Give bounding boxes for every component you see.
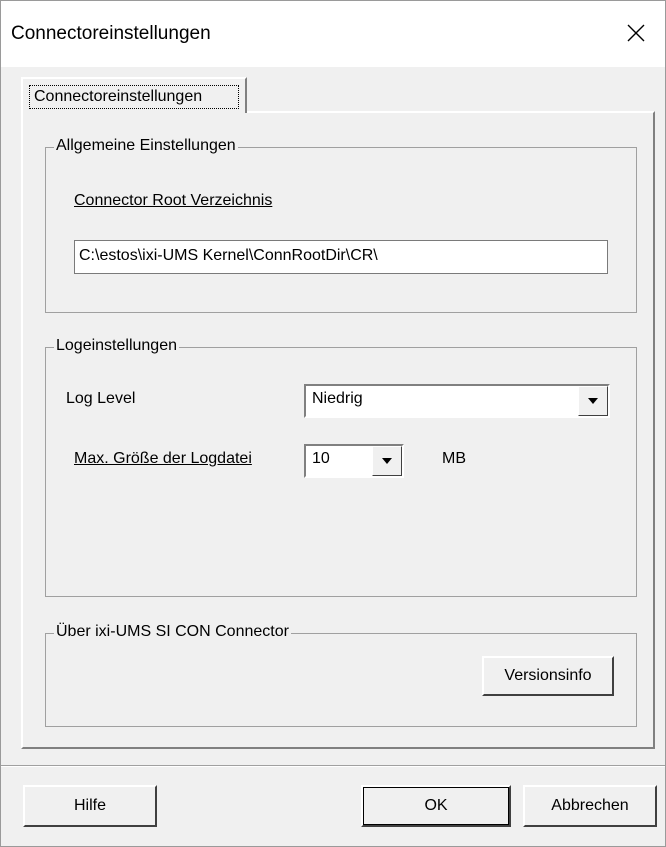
version-info-button[interactable]: Versionsinfo — [482, 656, 614, 696]
max-size-select[interactable]: 10 — [304, 444, 404, 478]
close-icon — [627, 24, 645, 42]
help-button-label: Hilfe — [73, 797, 106, 814]
ok-button[interactable]: OK — [361, 785, 511, 827]
log-settings-legend: Logeinstellungen — [54, 337, 179, 355]
settings-dialog: Connectoreinstellungen Connectoreinstell… — [0, 0, 666, 847]
close-button[interactable] — [607, 1, 665, 65]
ok-button-label: OK — [424, 797, 448, 814]
chevron-down-icon — [588, 398, 598, 404]
log-level-select[interactable]: Niedrig — [304, 384, 610, 418]
cancel-button[interactable]: Abbrechen — [523, 785, 657, 827]
log-level-label: Log Level — [66, 390, 136, 407]
tab-panel: Allgemeine Einstellungen Connector Root … — [21, 111, 655, 749]
max-size-dropdown-button[interactable] — [372, 446, 402, 476]
about-legend: Über ixi-UMS SI CON Connector — [54, 623, 291, 641]
cancel-button-label: Abbrechen — [551, 797, 629, 814]
max-size-unit: MB — [442, 450, 466, 467]
general-settings-group: Allgemeine Einstellungen Connector Root … — [45, 137, 637, 313]
tab-label: Connectoreinstellungen — [29, 85, 239, 109]
window-title: Connectoreinstellungen — [11, 23, 211, 44]
tab-connectoreinstellungen[interactable]: Connectoreinstellungen — [21, 77, 247, 113]
log-settings-group: Logeinstellungen Log Level Niedrig Max. … — [45, 337, 637, 597]
max-size-label: Max. Größe der Logdatei — [74, 450, 252, 467]
title-bar: Connectoreinstellungen — [1, 1, 665, 67]
log-level-value: Niedrig — [312, 390, 363, 407]
root-dir-label: Connector Root Verzeichnis — [74, 192, 273, 209]
footer-separator — [1, 765, 665, 767]
help-button[interactable]: Hilfe — [23, 785, 157, 827]
max-size-value: 10 — [312, 450, 330, 467]
about-group: Über ixi-UMS SI CON Connector Versionsin… — [45, 623, 637, 727]
root-dir-input[interactable]: C:\estos\ixi-UMS Kernel\ConnRootDir\CR\ — [74, 240, 608, 274]
general-settings-legend: Allgemeine Einstellungen — [54, 137, 238, 155]
chevron-down-icon — [382, 458, 392, 464]
log-level-dropdown-button[interactable] — [578, 386, 608, 416]
